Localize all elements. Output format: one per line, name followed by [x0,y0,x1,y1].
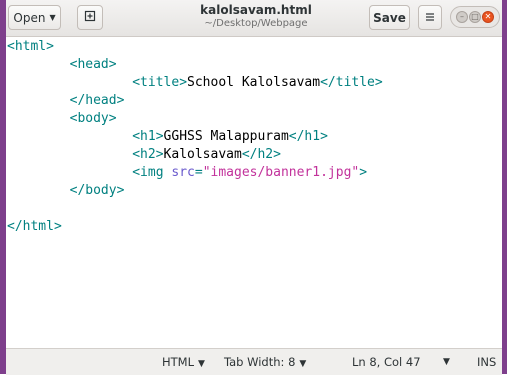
chevron-down-icon: ▼ [49,13,56,22]
code-line: </body> [7,182,125,199]
window-frame-right [502,0,507,374]
code-token-tag: <h1> [132,129,164,144]
code-token-tag: <html> [7,39,54,54]
maximize-button[interactable]: □ [469,11,481,23]
code-token-tag: <h2> [132,147,164,162]
chevron-down-icon[interactable]: ▼ [443,357,450,367]
minimize-icon: – [460,12,464,21]
code-token-tag: <body> [69,111,117,126]
save-button[interactable]: Save [369,5,410,30]
cursor-position[interactable]: Ln 8, Col 47 [352,355,421,369]
code-token-attr: src [171,165,195,180]
chevron-down-icon: ▼ [198,359,205,369]
close-icon: ✕ [484,12,492,21]
header-bar: Open ▼ kalolsavam.html ~/Desktop/Webpage… [6,0,502,37]
code-token-txt: Kalolsavam [163,147,242,162]
code-token-tag: <title> [132,75,188,90]
code-line: <html> [7,38,54,55]
code-line: </head> [7,92,125,109]
maximize-icon: □ [471,12,479,21]
text-editor-window: Open ▼ kalolsavam.html ~/Desktop/Webpage… [6,0,502,375]
code-token-tag: </h2> [241,147,281,162]
tab-width-selector[interactable]: Tab Width: 8 ▼ [224,355,306,369]
code-token-tag: = [194,165,203,180]
code-token-tag: </h1> [288,129,328,144]
minimize-button[interactable]: – [456,11,468,23]
code-token-tag: </title> [320,75,383,90]
code-line: <img src="images/banner1.jpg"> [7,164,367,181]
code-token-tag: </head> [69,93,125,108]
code-token-txt: GGHSS Malappuram [163,129,289,144]
hamburger-menu-icon [425,11,435,25]
code-line: </html> [7,218,62,235]
code-token-txt: School Kalolsavam [187,75,321,90]
language-selector[interactable]: HTML ▼ [162,355,205,369]
code-token-tag: </html> [7,219,62,234]
close-button[interactable]: ✕ [482,11,494,23]
code-line: <h2>Kalolsavam</h2> [7,146,281,163]
chevron-down-icon: ▼ [299,359,307,369]
tab-width-label: Tab Width: 8 [224,355,296,369]
code-token-tag: > [359,165,368,180]
code-line: <head> [7,56,117,73]
window-controls: – □ ✕ [450,6,500,28]
window-title: kalolsavam.html [200,3,312,17]
code-token-tag: </body> [69,183,125,198]
code-token-tag: <head> [69,57,117,72]
window-title-group: kalolsavam.html ~/Desktop/Webpage [156,3,356,30]
new-tab-button[interactable] [77,5,103,30]
code-line: <body> [7,110,117,127]
window-subtitle: ~/Desktop/Webpage [204,18,308,29]
code-token-str: "images/banner1.jpg" [202,165,360,180]
open-button-label: Open [13,10,46,25]
code-line: <title>School Kalolsavam</title> [7,74,383,91]
menu-button[interactable] [418,5,442,30]
code-line: <h1>GGHSS Malappuram</h1> [7,128,328,145]
new-tab-icon [84,10,96,25]
code-editor[interactable]: <html> <head> <title>School Kalolsavam</… [6,37,502,348]
code-token-tag: <img [132,165,172,180]
open-button[interactable]: Open ▼ [8,5,61,30]
status-bar: HTML ▼ Tab Width: 8 ▼ Ln 8, Col 47 ▼ INS [6,348,502,375]
language-label: HTML [162,355,195,369]
insert-mode-indicator[interactable]: INS [477,355,496,369]
